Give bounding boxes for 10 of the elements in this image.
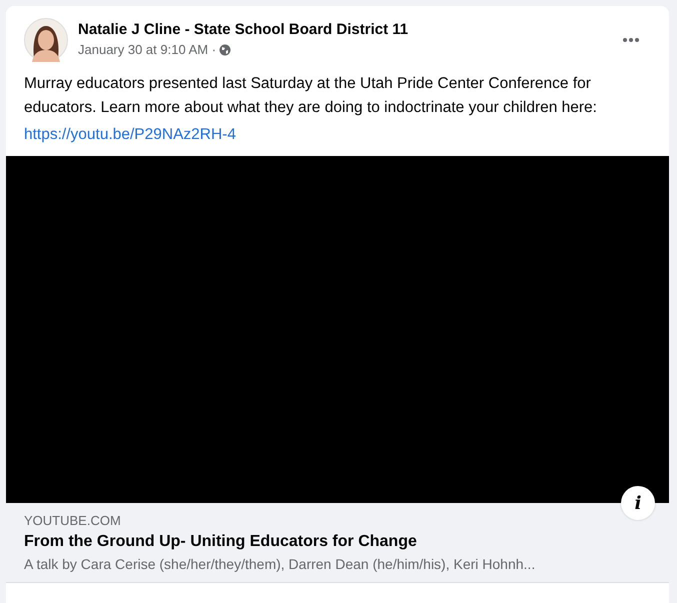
link-domain: YOUTUBE.COM (24, 513, 122, 528)
post-timestamp[interactable]: January 30 at 9:10 AM · (78, 42, 216, 57)
more-options-icon[interactable] (621, 37, 641, 43)
link-title: From the Ground Up- Uniting Educators for Change (24, 533, 418, 551)
video-link[interactable]: https://youtu.be/P29NAz2RH-4 (24, 126, 236, 144)
avatar[interactable] (24, 18, 68, 62)
globe-icon (219, 44, 232, 56)
author-name[interactable]: Natalie J Cline - State School Board District 11 (78, 21, 611, 38)
post-text: Murray educators presented last Saturday at the Utah Pride Center Conference for educators. Learn more about what they are doing to indoctrinate your children here: (24, 74, 598, 118)
link-description: A talk by Cara Cerise (she/her/they/them), Darren Dean (he/him/his), Keri Hohnh... (24, 556, 536, 572)
